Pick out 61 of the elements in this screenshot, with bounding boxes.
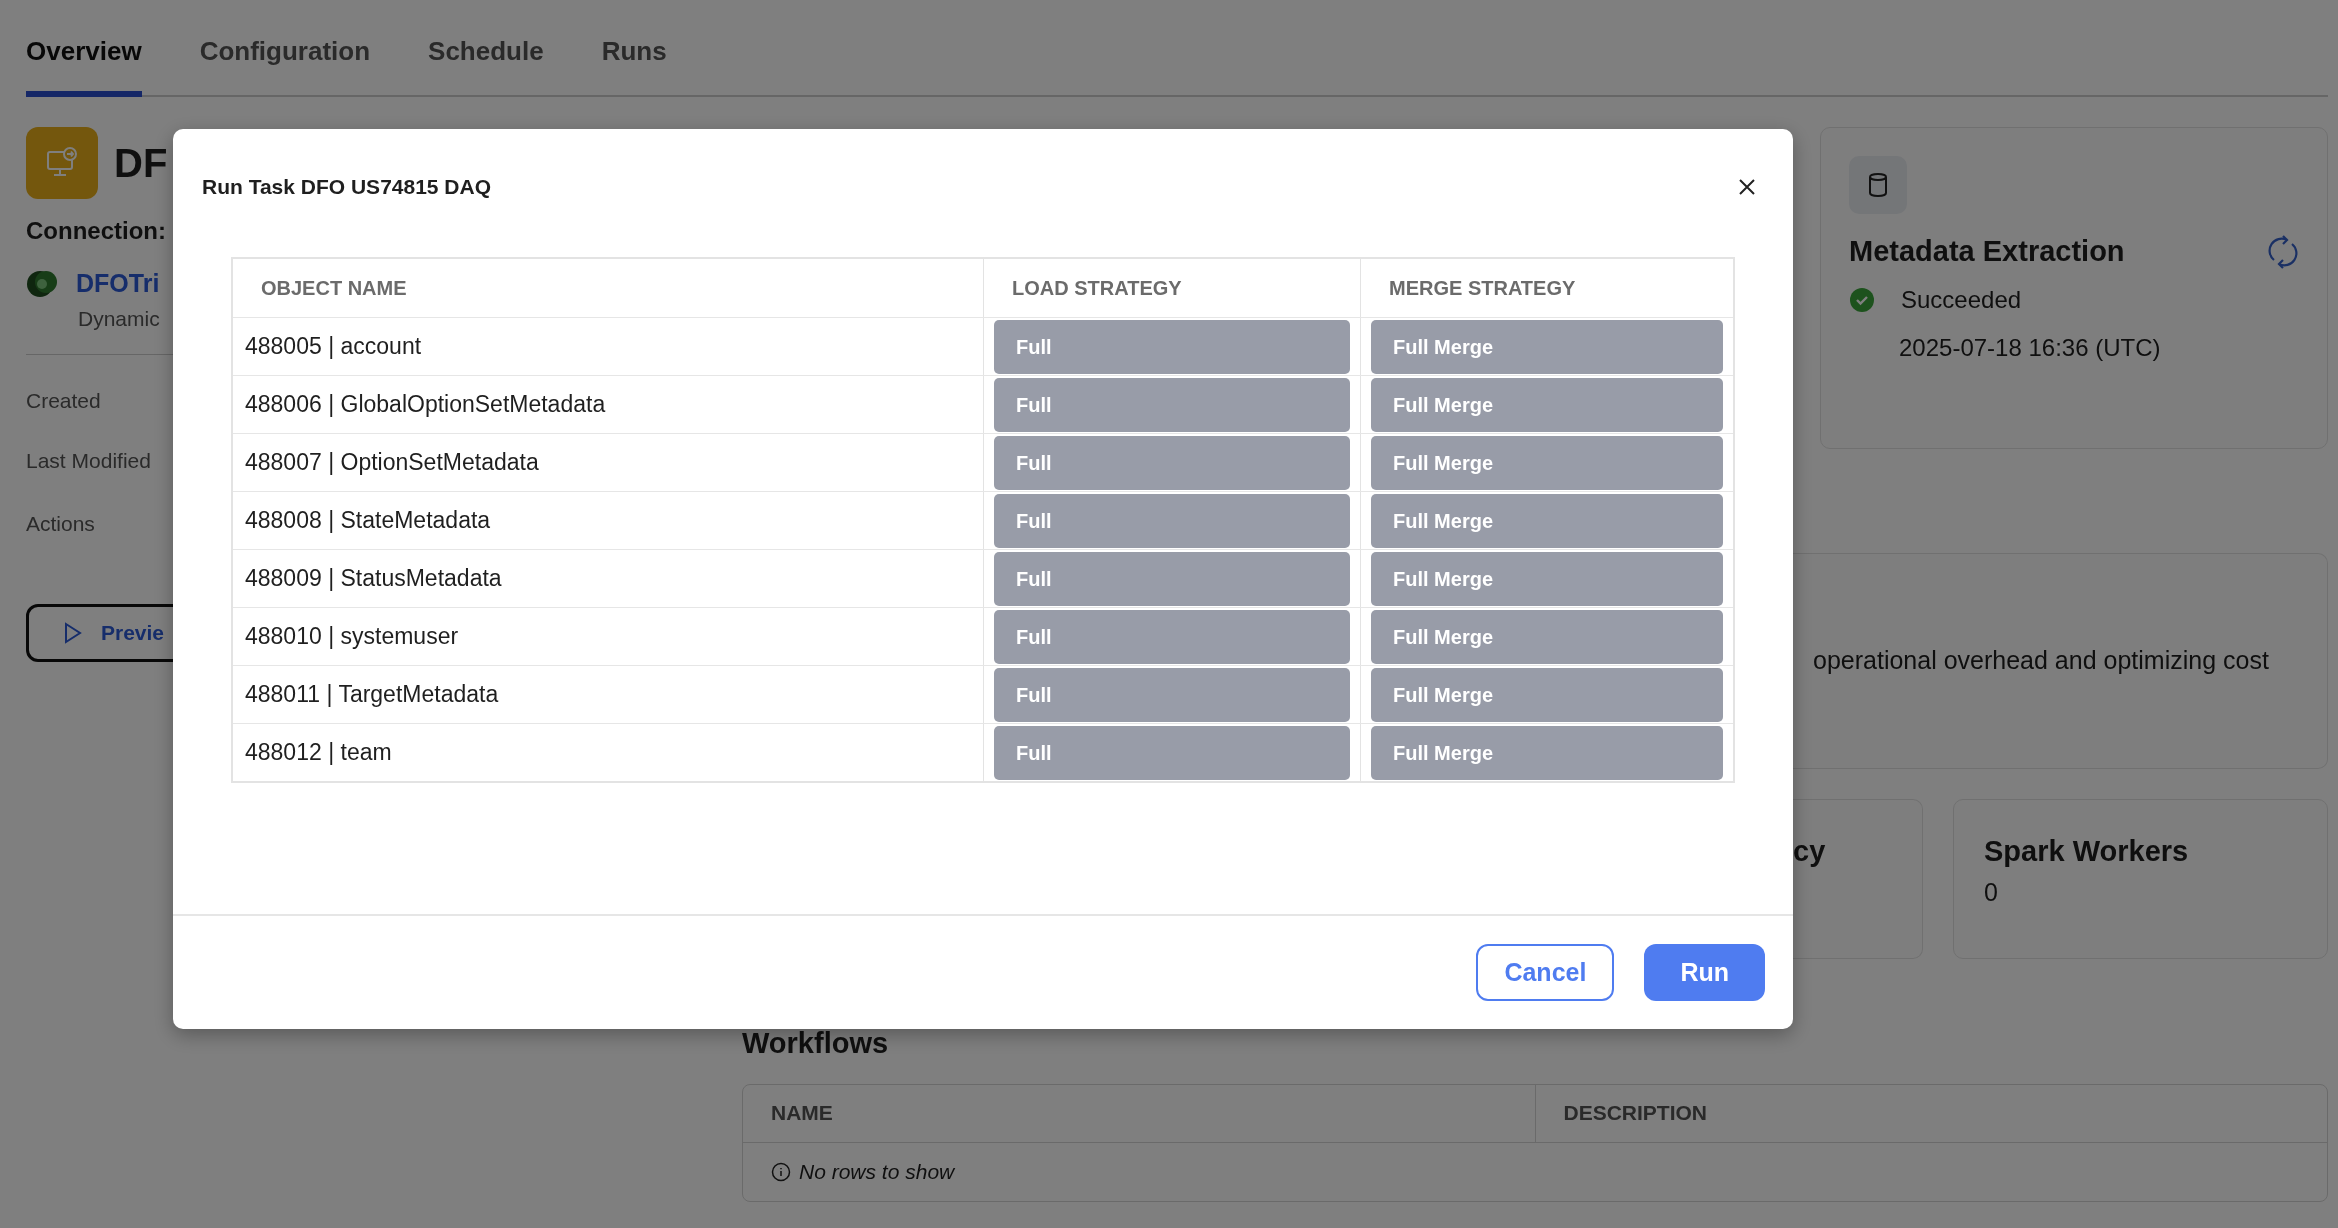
object-name: 488005 | account: [245, 332, 422, 362]
object-name: 488012 | team: [245, 738, 392, 768]
connection-label: Connection:: [26, 216, 167, 246]
stat-title: cy: [1793, 834, 1827, 869]
merge-strategy-select[interactable]: Full Merge: [1371, 319, 1723, 374]
column-header: NAME: [770, 1100, 834, 1127]
info-icon: [771, 1161, 791, 1182]
merge-strategy-select[interactable]: Full Merge: [1371, 435, 1723, 490]
tab[interactable]: Schedule: [428, 32, 544, 97]
column-header: MERGE STRATEGY: [1360, 259, 1733, 317]
merge-strategy-select[interactable]: Full Merge: [1371, 609, 1723, 664]
field-label: Last Modified: [26, 447, 152, 474]
play-icon: [63, 621, 83, 644]
merge-strategy-select[interactable]: Full Merge: [1371, 551, 1723, 606]
load-strategy-select[interactable]: Full: [994, 377, 1350, 432]
tab[interactable]: Overview: [26, 32, 142, 97]
load-strategy-select[interactable]: Full: [994, 725, 1350, 780]
object-name: 488006 | GlobalOptionSetMetadata: [245, 390, 606, 420]
object-name: 488008 | StateMetadata: [245, 506, 491, 536]
field-label: Actions: [26, 511, 96, 537]
load-strategy-select[interactable]: Full: [994, 667, 1350, 722]
field-label: Created: [26, 388, 102, 414]
merge-strategy-select[interactable]: Full Merge: [1371, 493, 1723, 548]
object-name: 488011 | TargetMetadata: [245, 680, 499, 710]
load-strategy-select[interactable]: Full: [994, 435, 1350, 490]
stat-value: 0: [1984, 876, 1999, 908]
card-title: Metadata Extraction: [1849, 234, 2125, 269]
task-title: DF: [114, 140, 168, 187]
close-icon: [1737, 177, 1757, 197]
stat-title: Spark Workers: [1984, 834, 2190, 869]
cancel-button[interactable]: Cancel: [1476, 944, 1615, 1001]
app-icon: [26, 127, 98, 199]
description-text: operational overhead and optimizing cost: [1813, 645, 2269, 677]
object-name: 488010 | systemuser: [245, 622, 459, 652]
load-strategy-select[interactable]: Full: [994, 551, 1350, 606]
run-button[interactable]: Run: [1644, 944, 1765, 1001]
section-heading: Workflows: [742, 1026, 890, 1061]
status-text: Succeeded: [1901, 284, 2022, 315]
tab[interactable]: Runs: [601, 32, 667, 97]
merge-strategy-select[interactable]: Full Merge: [1371, 377, 1723, 432]
merge-strategy-select[interactable]: Full Merge: [1371, 725, 1723, 780]
object-name: 488007 | OptionSetMetadata: [245, 448, 539, 478]
refresh-icon[interactable]: [2267, 232, 2299, 271]
object-name: 488009 | StatusMetadata: [245, 564, 502, 594]
load-strategy-select[interactable]: Full: [994, 609, 1350, 664]
connection-logo-icon: [26, 268, 60, 299]
column-header: DESCRIPTION: [1534, 1084, 2327, 1142]
connection-type: Dynamic: [78, 305, 161, 332]
column-header: LOAD STRATEGY: [983, 259, 1360, 317]
load-strategy-select[interactable]: Full: [994, 493, 1350, 548]
column-header: OBJECT NAME: [260, 276, 408, 301]
preview-button[interactable]: Previe: [26, 603, 173, 662]
modal-title: Run Task DFO US74815 DAQ: [202, 174, 492, 200]
empty-message: No rows to show: [799, 1158, 955, 1185]
database-icon: [1849, 156, 1907, 214]
merge-strategy-select[interactable]: Full Merge: [1371, 667, 1723, 722]
success-icon: [1849, 286, 1875, 313]
tab[interactable]: Configuration: [199, 32, 371, 97]
load-strategy-select[interactable]: Full: [994, 319, 1350, 374]
timestamp: 2025-07-18 16:36 (UTC): [1899, 332, 2162, 363]
connection-link[interactable]: DFOTri: [76, 265, 160, 303]
